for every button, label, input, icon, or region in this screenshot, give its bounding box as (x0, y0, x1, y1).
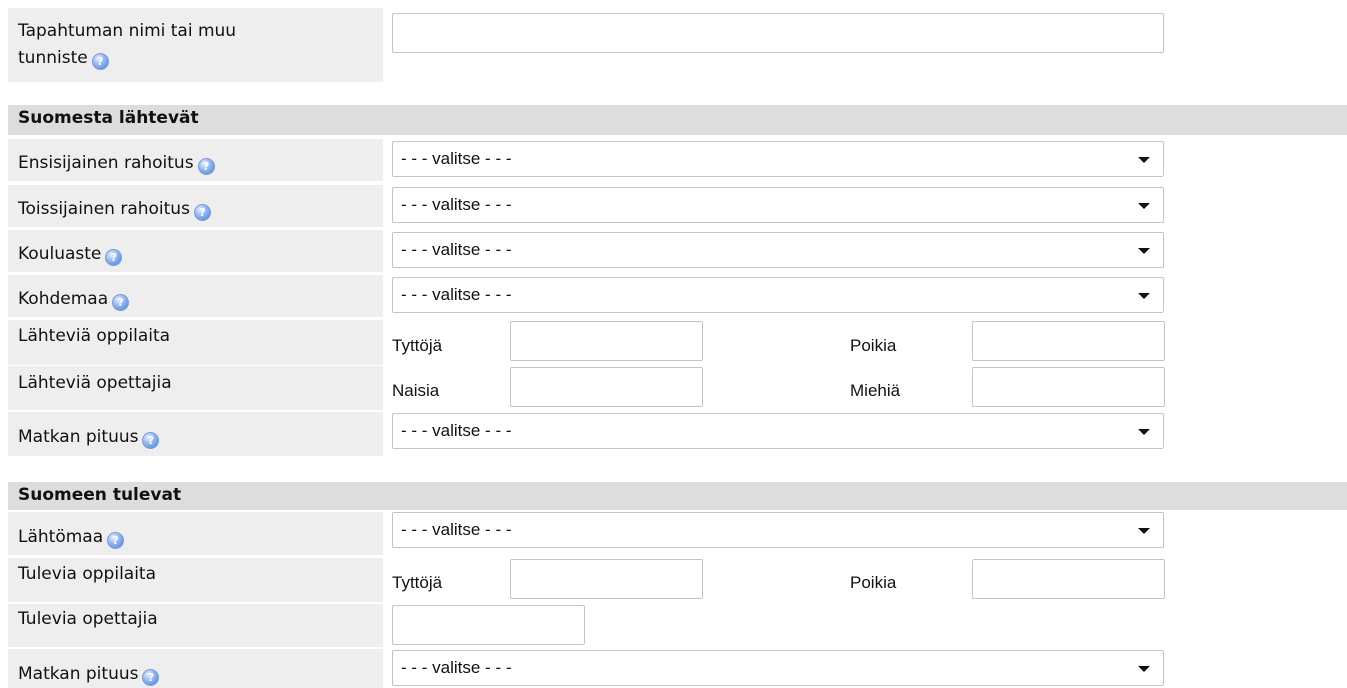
destination-country-row: Kohdemaa? - - - valitse - - - (8, 275, 1347, 317)
primary-funding-row: Ensisijainen rahoitus? - - - valitse - -… (8, 139, 1347, 181)
outgoing-teachers-field-cell: Naisia Miehiä (383, 366, 1347, 410)
event-name-label-line1: Tapahtuman nimi tai muu (18, 21, 237, 41)
help-icon[interactable]: ? (91, 53, 109, 70)
dropdown-arrow-icon (1138, 203, 1150, 209)
girls-label: Tyttöjä (392, 336, 443, 355)
event-name-field-cell (383, 8, 1347, 82)
incoming-trip-length-row: Matkan pituus? - - - valitse - - - (8, 649, 1347, 688)
help-icon[interactable]: ? (105, 249, 123, 266)
origin-country-row: Lähtömaa? - - - valitse - - - (8, 512, 1347, 555)
help-icon[interactable]: ? (142, 669, 160, 686)
primary-funding-selected-value: - - - valitse - - - (401, 149, 512, 168)
incoming-students-label: Tulevia oppilaita (8, 558, 383, 602)
dropdown-arrow-icon (1138, 248, 1150, 254)
school-level-label: Kouluaste? (8, 230, 383, 272)
secondary-funding-select[interactable]: - - - valitse - - - (392, 187, 1164, 223)
secondary-funding-selected-value: - - - valitse - - - (401, 195, 512, 214)
outgoing-girls-input[interactable] (510, 321, 703, 361)
outgoing-trip-length-selected-value: - - - valitse - - - (401, 421, 512, 440)
origin-country-select[interactable]: - - - valitse - - - (392, 512, 1164, 548)
secondary-funding-row: Toissijainen rahoitus? - - - valitse - -… (8, 185, 1347, 227)
outgoing-men-input[interactable] (972, 367, 1165, 407)
destination-country-select[interactable]: - - - valitse - - - (392, 277, 1164, 313)
school-level-selected-value: - - - valitse - - - (401, 240, 512, 259)
section-header-incoming: Suomeen tulevat (8, 482, 1347, 510)
outgoing-boys-input[interactable] (972, 321, 1165, 361)
help-icon[interactable]: ? (197, 158, 215, 175)
outgoing-students-row: Lähteviä oppilaita Tyttöjä Poikia (8, 320, 1347, 365)
help-icon[interactable]: ? (107, 532, 125, 549)
origin-country-field-cell: - - - valitse - - - (383, 512, 1347, 555)
outgoing-trip-length-select[interactable]: - - - valitse - - - (392, 413, 1164, 449)
school-level-row: Kouluaste? - - - valitse - - - (8, 230, 1347, 272)
outgoing-students-label: Lähteviä oppilaita (8, 320, 383, 365)
incoming-students-field-cell: Tyttöjä Poikia (383, 558, 1347, 602)
incoming-boys-input[interactable] (972, 559, 1165, 599)
primary-funding-label: Ensisijainen rahoitus? (8, 139, 383, 181)
dropdown-arrow-icon (1138, 293, 1150, 299)
help-icon[interactable]: ? (193, 204, 211, 221)
destination-country-field-cell: - - - valitse - - - (383, 275, 1347, 317)
incoming-teachers-row: Tulevia opettajia (8, 604, 1347, 647)
origin-country-label: Lähtömaa? (8, 512, 383, 555)
incoming-teachers-label: Tulevia opettajia (8, 604, 383, 647)
event-name-label: Tapahtuman nimi tai muu tunniste? (8, 8, 383, 82)
primary-funding-field-cell: - - - valitse - - - (383, 139, 1347, 181)
outgoing-trip-length-row: Matkan pituus? - - - valitse - - - (8, 412, 1347, 456)
secondary-funding-field-cell: - - - valitse - - - (383, 185, 1347, 227)
dropdown-arrow-icon (1138, 429, 1150, 435)
boys-label: Poikia (850, 573, 897, 592)
school-level-field-cell: - - - valitse - - - (383, 230, 1347, 272)
outgoing-women-input[interactable] (510, 367, 703, 407)
outgoing-trip-length-label: Matkan pituus? (8, 412, 383, 456)
incoming-trip-length-field-cell: - - - valitse - - - (383, 649, 1347, 688)
destination-country-selected-value: - - - valitse - - - (401, 285, 512, 304)
help-icon[interactable]: ? (142, 432, 160, 449)
origin-country-selected-value: - - - valitse - - - (401, 520, 512, 539)
primary-funding-select[interactable]: - - - valitse - - - (392, 141, 1164, 177)
incoming-teachers-input[interactable] (392, 605, 585, 645)
boys-label: Poikia (850, 336, 897, 355)
incoming-trip-length-label: Matkan pituus? (8, 649, 383, 688)
destination-country-label: Kohdemaa? (8, 275, 383, 317)
incoming-trip-length-selected-value: - - - valitse - - - (401, 658, 512, 677)
school-level-select[interactable]: - - - valitse - - - (392, 232, 1164, 268)
secondary-funding-label: Toissijainen rahoitus? (8, 185, 383, 227)
incoming-teachers-field-cell (383, 604, 1347, 647)
event-name-input[interactable] (392, 13, 1164, 53)
dropdown-arrow-icon (1138, 157, 1150, 163)
event-name-row: Tapahtuman nimi tai muu tunniste? (8, 8, 1347, 82)
incoming-trip-length-select[interactable]: - - - valitse - - - (392, 650, 1164, 686)
outgoing-students-field-cell: Tyttöjä Poikia (383, 320, 1347, 365)
outgoing-teachers-label: Lähteviä opettajia (8, 366, 383, 410)
incoming-girls-input[interactable] (510, 559, 703, 599)
dropdown-arrow-icon (1138, 666, 1150, 672)
women-label: Naisia (392, 381, 440, 400)
men-label: Miehiä (850, 381, 901, 400)
girls-label: Tyttöjä (392, 573, 443, 592)
event-name-label-line2: tunniste (18, 48, 88, 68)
outgoing-teachers-row: Lähteviä opettajia Naisia Miehiä (8, 366, 1347, 410)
help-icon[interactable]: ? (112, 294, 130, 311)
outgoing-trip-length-field-cell: - - - valitse - - - (383, 412, 1347, 456)
section-header-outgoing: Suomesta lähtevät (8, 105, 1347, 135)
dropdown-arrow-icon (1138, 528, 1150, 534)
incoming-students-row: Tulevia oppilaita Tyttöjä Poikia (8, 558, 1347, 602)
